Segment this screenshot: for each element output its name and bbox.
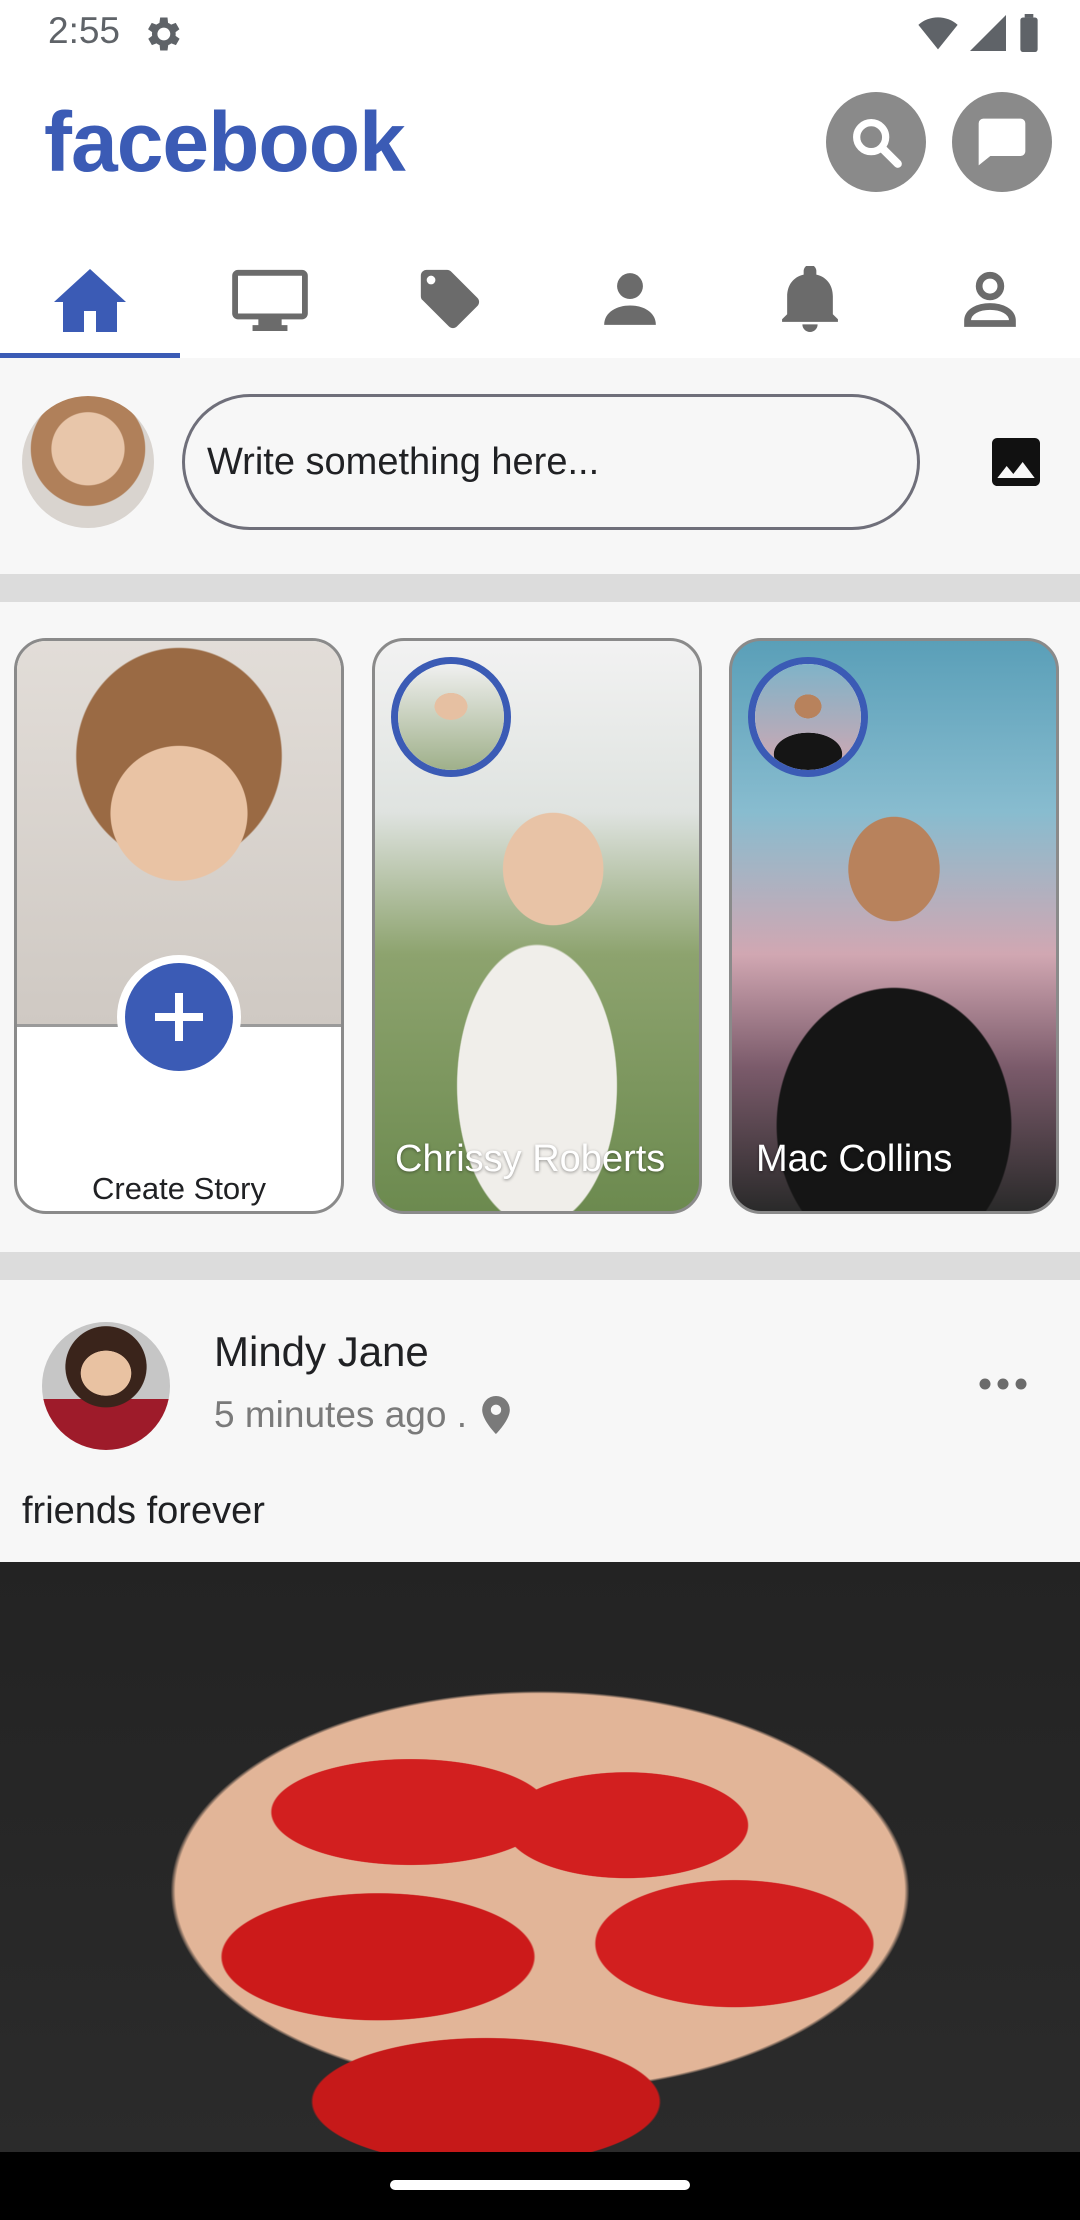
search-icon (853, 119, 902, 168)
stories-row: Create Story Chrissy Roberts Mac Collins (0, 602, 1080, 1252)
plus-icon (155, 993, 203, 1041)
story-avatar (748, 657, 868, 777)
story-card[interactable]: Mac Collins (729, 638, 1059, 1214)
cellular-signal-icon (970, 15, 1006, 51)
post-meta: 5 minutes ago . (214, 1394, 511, 1436)
tab-profile[interactable] (900, 240, 1080, 358)
story-avatar (391, 657, 511, 777)
post-image[interactable] (0, 1562, 1080, 2220)
status-bar: 2:55 (0, 0, 1080, 66)
add-story-button[interactable] (117, 955, 241, 1079)
tab-marketplace[interactable] (360, 240, 540, 358)
screen: 2:55 facebook Write something here... Cr… (0, 0, 1080, 2220)
search-button[interactable] (826, 92, 926, 192)
tv-icon (232, 269, 308, 331)
create-story-card[interactable]: Create Story (14, 638, 344, 1214)
post-timestamp: 5 minutes ago . (214, 1394, 467, 1435)
tab-home[interactable] (0, 240, 180, 358)
feed-post: Mindy Jane 5 minutes ago . friends forev… (0, 1280, 1080, 2220)
photo-icon[interactable] (984, 430, 1048, 494)
battery-icon (1020, 14, 1038, 52)
app-header: facebook (0, 66, 1080, 240)
status-time: 2:55 (48, 10, 121, 51)
location-pin-icon (482, 1396, 510, 1434)
tag-icon (420, 269, 480, 329)
post-composer: Write something here... (0, 358, 1080, 574)
home-gesture-handle[interactable] (390, 2180, 690, 2190)
profile-outline-icon (964, 271, 1016, 327)
settings-gear-icon (148, 17, 180, 51)
wifi-icon (918, 17, 958, 50)
current-user-avatar[interactable] (22, 396, 154, 528)
messenger-button[interactable] (952, 92, 1052, 192)
post-caption: friends forever (22, 1490, 265, 1532)
story-card[interactable]: Chrissy Roberts (372, 638, 702, 1214)
system-nav-bar (0, 2152, 1080, 2220)
tab-bar (0, 240, 1080, 358)
tab-friends[interactable] (540, 240, 720, 358)
home-icon (54, 269, 126, 332)
status-indicators (918, 14, 1040, 52)
story-author-name: Chrissy Roberts (395, 1138, 666, 1180)
person-icon (604, 273, 656, 325)
post-author-name[interactable]: Mindy Jane (214, 1328, 429, 1376)
create-story-label: Create Story (91, 1171, 266, 1206)
section-divider (0, 1252, 1080, 1280)
section-divider (0, 574, 1080, 602)
more-options-icon[interactable] (978, 1374, 1028, 1394)
app-logo: facebook (44, 95, 406, 189)
chat-bubble-icon (978, 118, 1026, 166)
status-input[interactable]: Write something here... (182, 394, 920, 530)
tab-watch[interactable] (180, 240, 360, 358)
bell-icon (782, 266, 838, 332)
tab-notifications[interactable] (720, 240, 900, 358)
post-author-avatar[interactable] (42, 1322, 170, 1450)
story-author-name: Mac Collins (756, 1138, 953, 1180)
